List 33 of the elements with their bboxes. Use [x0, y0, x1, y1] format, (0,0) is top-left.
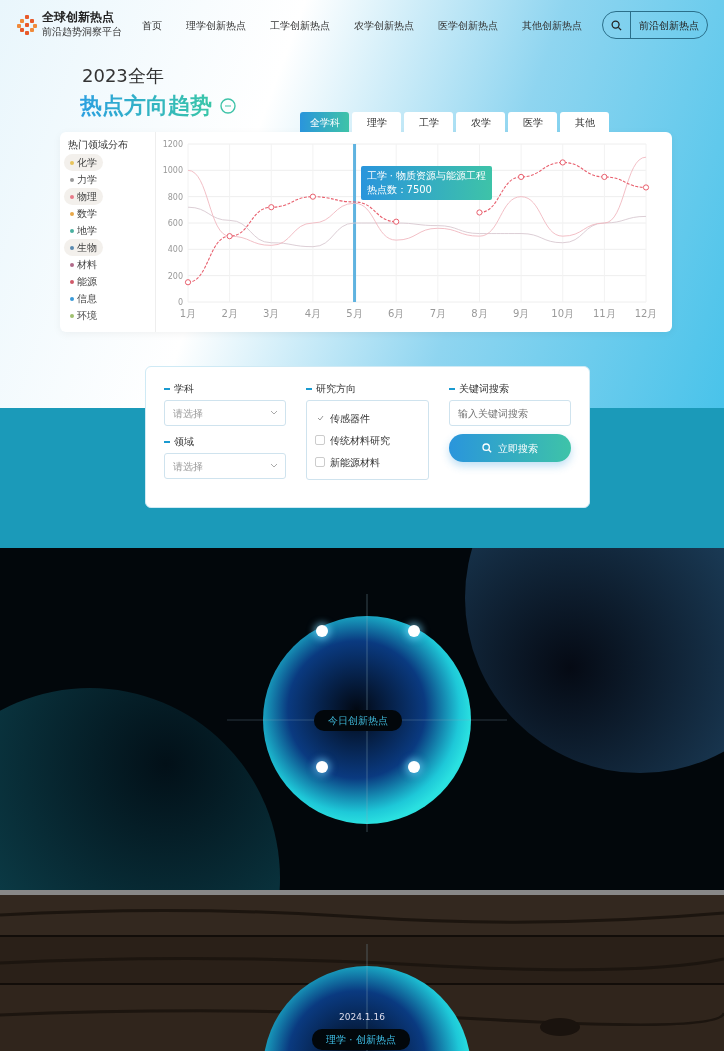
date-label: 2024.1.16 — [338, 1011, 386, 1024]
axis-label: 5月 — [346, 308, 363, 319]
field-label: 研究方向 — [316, 382, 357, 396]
axis-label: 6月 — [388, 308, 405, 319]
axis-label: 11月 — [593, 308, 616, 319]
axis-label: 0 — [177, 298, 183, 307]
logo-subtitle: 前沿趋势洞察平台 — [42, 25, 122, 40]
axis-label: 1月 — [179, 308, 197, 319]
axis-label: 800 — [167, 192, 183, 202]
field-label: 领域 — [174, 435, 194, 449]
axis-label: 9月 — [512, 308, 530, 319]
axis-label: 3月 — [263, 308, 280, 319]
axis-label: 8月 — [471, 308, 488, 319]
field-label: 关键词搜索 — [458, 382, 509, 396]
axis-label: 1000 — [162, 166, 183, 176]
axis-label: 400 — [167, 245, 183, 255]
checkbox-label: 传感器件 — [330, 411, 371, 426]
axis-label: 200 — [167, 271, 183, 281]
year-label: 2023全年 — [82, 64, 165, 88]
sidebar-title: 热门领域分布 — [67, 138, 129, 152]
axis-label: 1200 — [162, 140, 183, 149]
axis-label: 7月 — [429, 308, 446, 319]
tooltip-value: 热点数：7500 — [366, 182, 433, 197]
axis-label: 12月 — [634, 308, 656, 319]
axis-label: 10月 — [551, 308, 575, 319]
field-label: 学科 — [174, 382, 194, 396]
logo-title: 全球创新热点 — [42, 10, 115, 25]
checkbox-label: 新能源材料 — [330, 455, 381, 470]
axis-label: 600 — [167, 219, 183, 228]
axis-label: 4月 — [304, 308, 322, 319]
axis-label: 2月 — [221, 308, 238, 319]
tooltip-title: 工学 · 物质资源与能源工程 — [366, 168, 487, 183]
checkbox-label: 传统材料研究 — [330, 433, 391, 448]
